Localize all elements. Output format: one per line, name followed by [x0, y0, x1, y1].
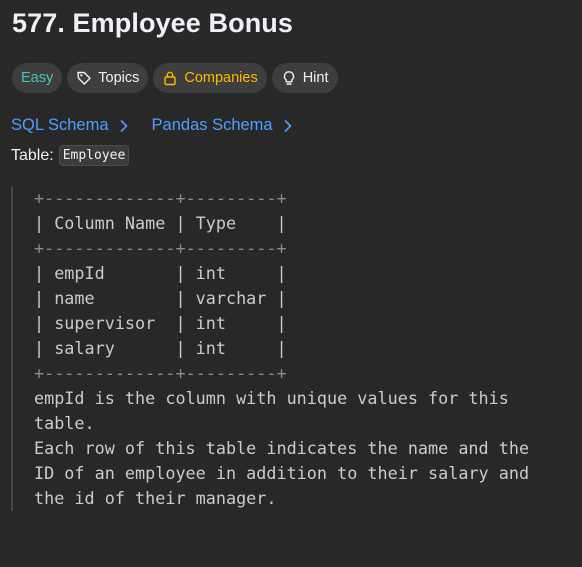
hint-label: Hint — [302, 70, 329, 86]
schema-line: | supervisor | int | — [34, 313, 287, 333]
table-name-line: Table: Employee — [11, 145, 130, 166]
schema-line: table. — [34, 413, 95, 433]
companies-button[interactable]: Companies — [153, 63, 267, 93]
topics-button[interactable]: Topics — [67, 63, 149, 93]
sql-schema-link[interactable]: SQL Schema — [11, 116, 129, 135]
companies-label: Companies — [184, 70, 258, 86]
schema-links: SQL Schema Pandas Schema — [11, 116, 293, 135]
lock-icon — [162, 70, 178, 86]
tag-row: Easy Topics Companies Hint — [12, 63, 338, 93]
lightbulb-icon — [281, 70, 297, 86]
topics-label: Topics — [98, 70, 140, 86]
chevron-right-icon — [119, 119, 129, 133]
table-name-code: Employee — [58, 145, 130, 166]
schema-line: | empId | int | — [34, 263, 287, 283]
problem-title: 577. Employee Bonus — [12, 8, 293, 38]
schema-line: ID of an employee in addition to their s… — [34, 463, 530, 483]
hint-button[interactable]: Hint — [271, 63, 338, 93]
chevron-right-icon — [283, 119, 293, 133]
schema-line: | name | varchar | — [34, 288, 287, 308]
schema-line: +-------------+---------+ — [34, 238, 287, 258]
schema-line: | salary | int | — [34, 338, 287, 358]
schema-text: +-------------+---------+ | Column Name … — [34, 186, 529, 511]
tag-icon — [76, 70, 92, 86]
pandas-schema-link[interactable]: Pandas Schema — [152, 116, 293, 135]
schema-line: Each row of this table indicates the nam… — [34, 438, 530, 458]
pandas-schema-label: Pandas Schema — [151, 116, 273, 134]
table-prefix: Table: — [11, 146, 54, 164]
difficulty-label: Easy — [21, 70, 54, 86]
schema-line: +-------------+---------+ — [34, 188, 287, 208]
schema-line: +-------------+---------+ — [34, 363, 287, 383]
sql-schema-label: SQL Schema — [11, 116, 109, 134]
schema-line: empId is the column with unique values f… — [34, 388, 509, 408]
schema-line: | Column Name | Type | — [34, 213, 287, 233]
difficulty-badge[interactable]: Easy — [12, 63, 63, 93]
schema-line: the id of their manager. — [34, 488, 277, 508]
schema-block: +-------------+---------+ | Column Name … — [11, 186, 581, 511]
page: { "problem": { "title": "577. Employee B… — [0, 0, 582, 567]
